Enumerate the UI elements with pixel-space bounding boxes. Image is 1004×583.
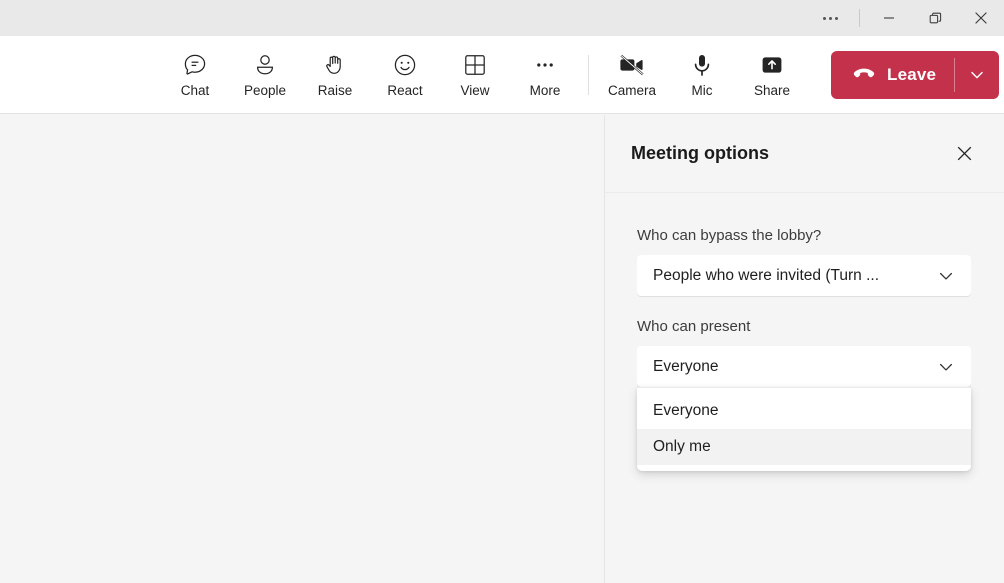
toolbar-divider bbox=[588, 55, 589, 95]
dropdown-option-label: Everyone bbox=[653, 402, 718, 420]
toolbar-label-chat: Chat bbox=[181, 84, 210, 98]
toolbar-label-react: React bbox=[387, 84, 422, 98]
toolbar-button-people[interactable]: People bbox=[230, 40, 300, 110]
more-ellipsis-icon bbox=[532, 51, 558, 79]
react-emoji-icon bbox=[392, 51, 418, 79]
toolbar-label-view: View bbox=[460, 84, 489, 98]
dropdown-option-only-me[interactable]: Only me bbox=[637, 429, 971, 465]
dropdown-option-everyone[interactable]: Everyone bbox=[637, 393, 971, 429]
toolbar-label-camera: Camera bbox=[608, 84, 656, 98]
titlebar-more-button[interactable] bbox=[807, 0, 853, 36]
toolbar-button-mic[interactable]: Mic bbox=[667, 40, 737, 110]
toolbar-button-more[interactable]: More bbox=[510, 40, 580, 110]
meeting-options-panel: Meeting options Who can bypass the lobby… bbox=[604, 115, 1004, 583]
leave-meeting-control: Leave bbox=[831, 51, 999, 99]
view-grid-icon bbox=[462, 51, 488, 79]
dropdown-option-label: Only me bbox=[653, 438, 711, 456]
presenter-field-label: Who can present bbox=[637, 318, 971, 336]
window-titlebar bbox=[0, 0, 1004, 36]
lobby-field-label: Who can bypass the lobby? bbox=[637, 227, 971, 245]
toolbar-label-raise: Raise bbox=[318, 84, 353, 98]
people-icon bbox=[252, 51, 278, 79]
lobby-dropdown[interactable]: People who were invited (Turn ... bbox=[637, 255, 971, 296]
chevron-down-icon bbox=[968, 66, 986, 84]
toolbar-button-share[interactable]: Share bbox=[737, 40, 807, 110]
chevron-down-icon bbox=[937, 358, 955, 376]
presenter-dropdown-value: Everyone bbox=[653, 358, 718, 376]
chevron-down-icon bbox=[937, 267, 955, 285]
hangup-phone-icon bbox=[851, 59, 877, 90]
restore-window-icon bbox=[929, 12, 942, 25]
presenter-dropdown-wrap: Everyone Everyone Only me bbox=[637, 346, 971, 387]
leave-button[interactable]: Leave bbox=[831, 51, 954, 99]
toolbar-button-raise[interactable]: Raise bbox=[300, 40, 370, 110]
meeting-toolbar-items: Chat People Raise bbox=[160, 36, 999, 114]
toolbar-button-camera[interactable]: Camera bbox=[597, 40, 667, 110]
presenter-dropdown[interactable]: Everyone bbox=[637, 346, 971, 387]
teams-meeting-window: Chat People Raise bbox=[0, 0, 1004, 583]
meeting-stage bbox=[0, 115, 604, 583]
titlebar-separator bbox=[859, 9, 860, 27]
toolbar-label-mic: Mic bbox=[692, 84, 713, 98]
meeting-options-body: Who can bypass the lobby? People who wer… bbox=[605, 193, 1004, 387]
more-ellipsis-icon bbox=[823, 17, 838, 20]
toolbar-button-chat[interactable]: Chat bbox=[160, 40, 230, 110]
close-icon bbox=[974, 11, 988, 25]
meeting-options-header: Meeting options bbox=[605, 115, 1004, 193]
meeting-toolbar: Chat People Raise bbox=[0, 36, 1004, 114]
close-icon bbox=[956, 145, 973, 162]
panel-title: Meeting options bbox=[631, 143, 769, 164]
toolbar-label-more: More bbox=[530, 84, 561, 98]
lobby-dropdown-value: People who were invited (Turn ... bbox=[653, 267, 879, 285]
chat-icon bbox=[182, 51, 208, 79]
microphone-icon bbox=[689, 51, 715, 79]
raise-hand-icon bbox=[322, 51, 348, 79]
toolbar-label-people: People bbox=[244, 84, 286, 98]
minimize-icon bbox=[883, 12, 895, 24]
leave-button-label: Leave bbox=[887, 65, 936, 85]
toolbar-button-react[interactable]: React bbox=[370, 40, 440, 110]
leave-options-button[interactable] bbox=[955, 51, 999, 99]
close-button[interactable] bbox=[958, 0, 1004, 36]
presenter-dropdown-list: Everyone Only me bbox=[637, 387, 971, 471]
camera-off-icon bbox=[618, 51, 646, 79]
share-screen-icon bbox=[759, 51, 785, 79]
panel-close-button[interactable] bbox=[948, 138, 980, 170]
toolbar-button-view[interactable]: View bbox=[440, 40, 510, 110]
minimize-button[interactable] bbox=[866, 0, 912, 36]
maximize-button[interactable] bbox=[912, 0, 958, 36]
toolbar-label-share: Share bbox=[754, 84, 790, 98]
